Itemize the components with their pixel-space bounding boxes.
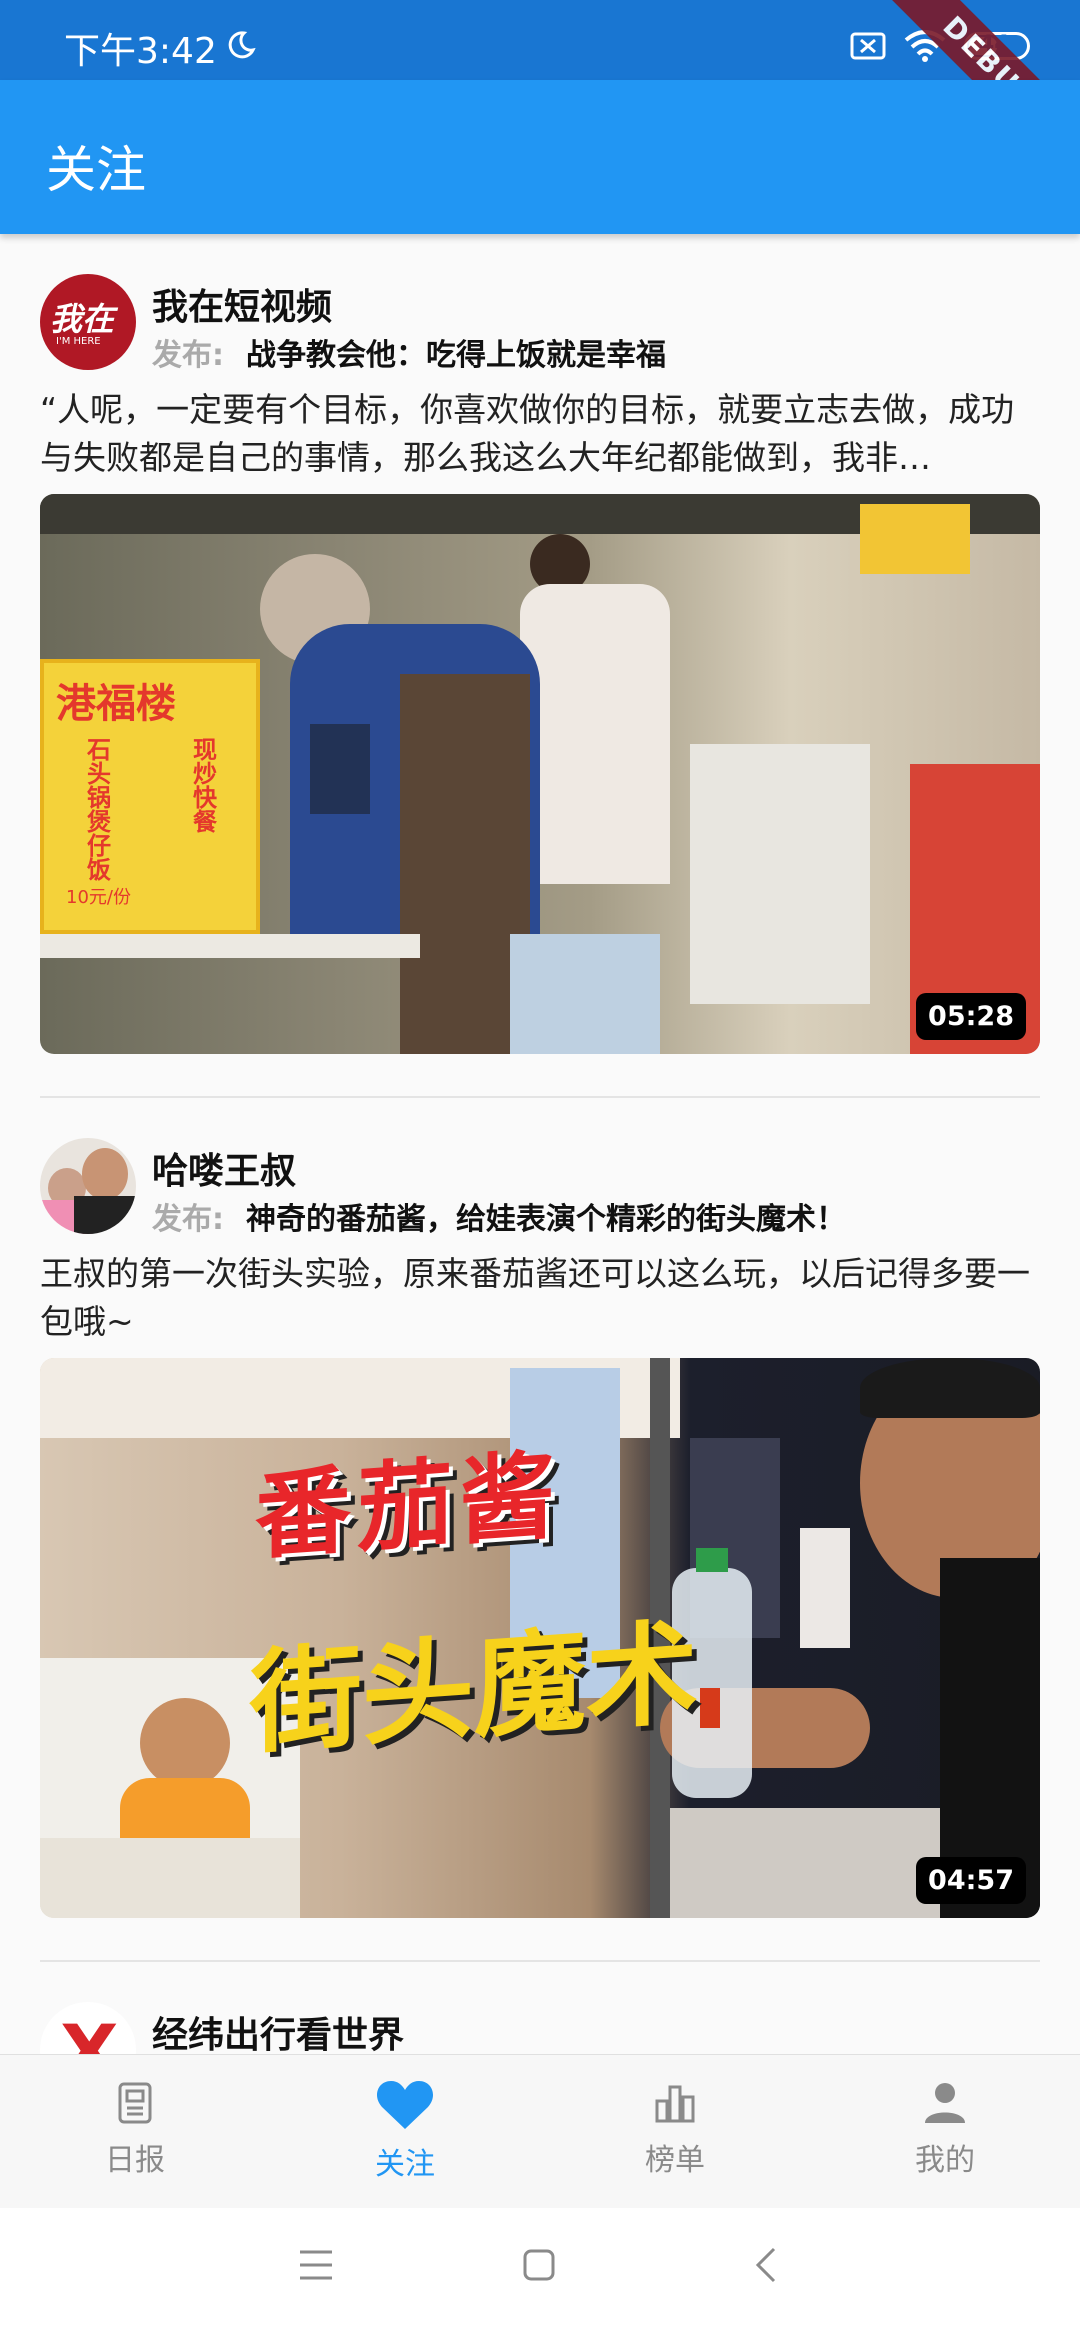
thumbnail-overlay-subtitle: 街头魔术 — [250, 1608, 698, 1770]
sign-line: 石头锅煲仔饭 — [82, 737, 111, 881]
sign-name: 港福楼 — [56, 681, 176, 727]
bar-chart-icon — [655, 2085, 695, 2123]
author-name[interactable]: 经纬出行看世界 — [152, 2006, 404, 2054]
newspaper-icon — [118, 2082, 152, 2124]
home-icon[interactable] — [522, 2248, 556, 2282]
page-title: 关注 — [46, 141, 146, 199]
publish-label: 发布: — [152, 1202, 224, 1237]
nav-item-mine[interactable]: 我的 — [810, 2055, 1080, 2209]
nav-label: 日报 — [105, 2143, 165, 2178]
sign-price: 10元/份 — [66, 887, 131, 908]
author-avatar[interactable] — [40, 1138, 136, 1234]
menu-icon[interactable] — [298, 2248, 334, 2282]
author-avatar[interactable]: X — [40, 2002, 136, 2054]
video-thumbnail[interactable]: 番茄酱 街头魔术 04:57 — [40, 1358, 1040, 1918]
feed-item[interactable]: X 经纬出行看世界 — [40, 1962, 1040, 2054]
nav-item-ranking[interactable]: 榜单 — [540, 2055, 810, 2209]
video-description: 王叔的第一次街头实验，原来番茄酱还可以这么玩，以后记得多要一包哦~ — [40, 1254, 1030, 1341]
avatar-logo-text: 我在 — [50, 300, 115, 338]
back-icon[interactable] — [754, 2246, 778, 2284]
status-time: 下午3:42 — [64, 31, 217, 72]
video-duration: 05:28 — [916, 993, 1026, 1040]
bottom-navigation: 日报 关注 榜单 我的 — [0, 2054, 1080, 2209]
publish-label: 发布: — [152, 338, 224, 373]
avatar-logo-text: X — [60, 2008, 119, 2054]
nav-label: 榜单 — [645, 2143, 705, 2178]
app-bar: 关注 — [0, 80, 1080, 234]
status-bar: 下午3:42 44 DEBUG — [0, 0, 1080, 195]
author-avatar[interactable]: 我在 I'M HERE — [40, 274, 136, 370]
sign-line: 现炒快餐 — [188, 737, 217, 833]
heart-icon — [376, 2081, 434, 2129]
nav-label: 关注 — [375, 2147, 435, 2182]
feed-item[interactable]: 哈喽王叔 发布: 神奇的番茄酱，给娃表演个精彩的街头魔术！ 王叔的第一次街头实验，… — [40, 1098, 1040, 1928]
nav-item-daily[interactable]: 日报 — [0, 2055, 270, 2209]
video-title[interactable]: 战争教会他：吃得上饭就是幸福 — [246, 338, 666, 373]
video-title[interactable]: 神奇的番茄酱，给娃表演个精彩的街头魔术！ — [246, 1202, 846, 1237]
publish-row: 发布: 战争教会他：吃得上饭就是幸福 — [152, 330, 666, 374]
nav-item-following[interactable]: 关注 — [270, 2055, 540, 2209]
feed-item[interactable]: 我在 I'M HERE 我在短视频 发布: 战争教会他：吃得上饭就是幸福 “人呢，… — [40, 234, 1040, 1064]
video-duration: 04:57 — [916, 1857, 1026, 1904]
sim-off-icon — [850, 32, 886, 60]
feed-list[interactable]: 我在 I'M HERE 我在短视频 发布: 战争教会他：吃得上饭就是幸福 “人呢，… — [0, 234, 1080, 2054]
system-navigation-bar — [0, 2208, 1080, 2340]
author-name[interactable]: 我在短视频 — [152, 278, 332, 330]
video-thumbnail[interactable]: 港福楼 石头锅煲仔饭 现炒快餐 10元/份 05:28 — [40, 494, 1040, 1054]
video-description: “人呢，一定要有个目标，你喜欢做你的目标，就要立志去做，成功与失败都是自己的事情… — [40, 390, 1015, 477]
avatar-logo-subtext: I'M HERE — [56, 336, 101, 347]
shop-sign: 港福楼 石头锅煲仔饭 现炒快餐 10元/份 — [40, 659, 260, 934]
author-name[interactable]: 哈喽王叔 — [152, 1142, 296, 1194]
nav-label: 我的 — [915, 2143, 975, 2178]
publish-row: 发布: 神奇的番茄酱，给娃表演个精彩的街头魔术！ — [152, 1194, 846, 1238]
moon-icon — [228, 31, 256, 59]
thumbnail-overlay-title: 番茄酱 — [255, 1439, 561, 1573]
person-icon — [925, 2083, 965, 2123]
